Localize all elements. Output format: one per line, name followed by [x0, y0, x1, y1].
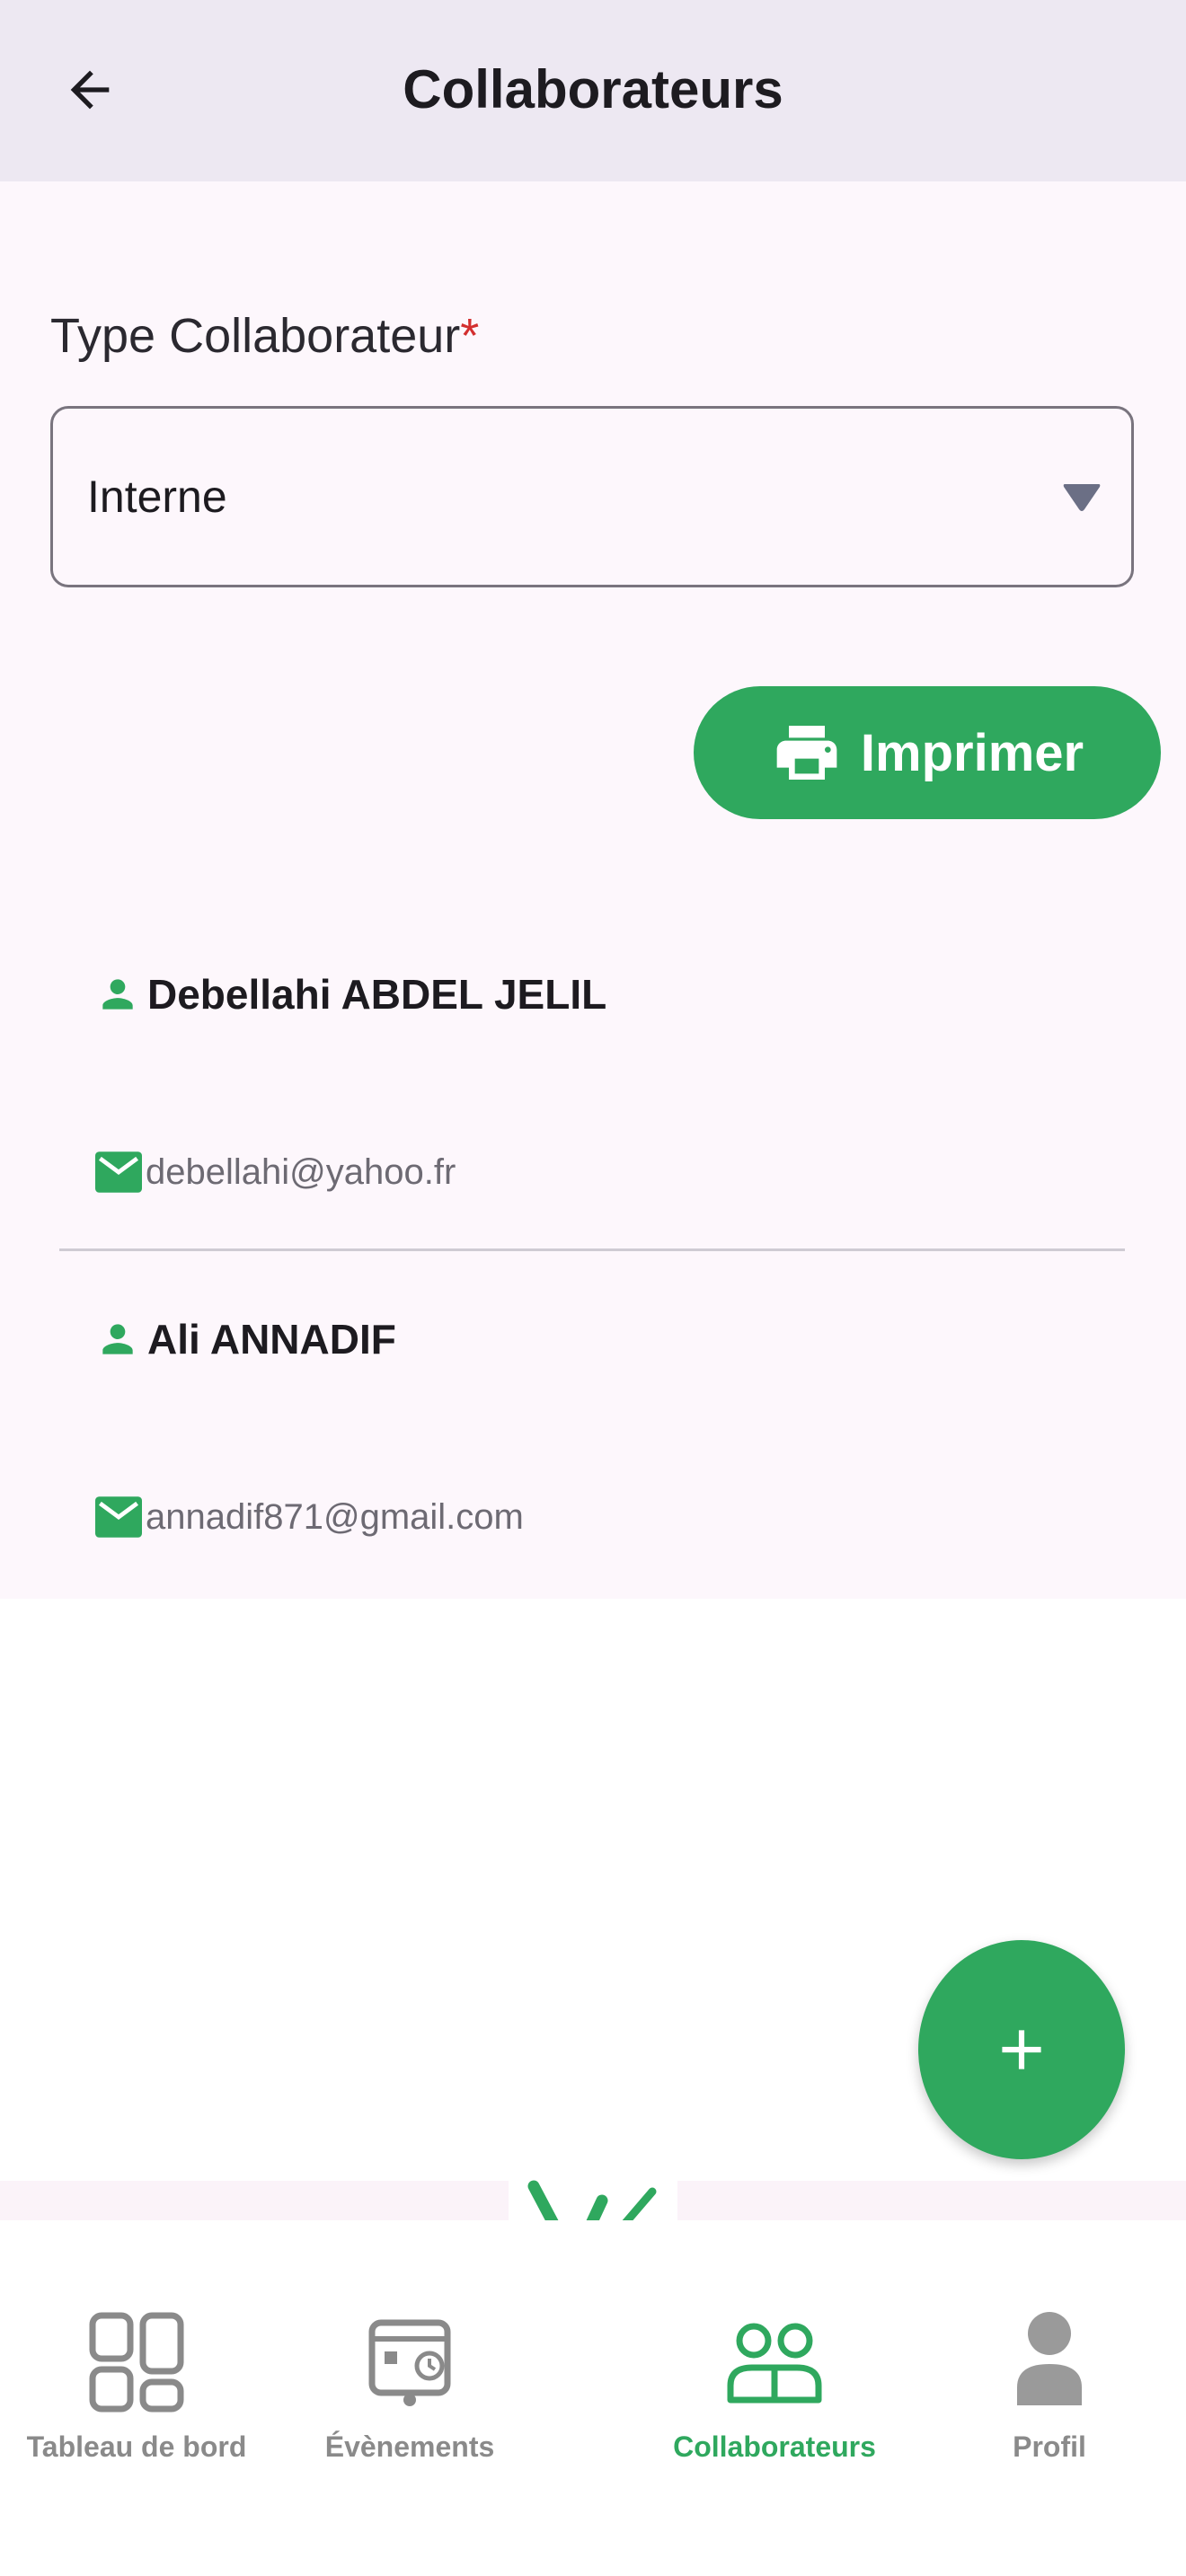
nav-item-evenements[interactable]: Évènements [275, 2310, 544, 2490]
type-collaborateur-label: Type Collaborateur* [50, 309, 480, 363]
select-value: Interne [87, 472, 227, 522]
list-item[interactable]: Ali ANNADIF annadif871@gmail.com [59, 1272, 1125, 1613]
nav-item-tableau-de-bord[interactable]: Tableau de bord [2, 2310, 271, 2490]
required-mark: * [460, 309, 480, 363]
nav-label: Tableau de bord [26, 2430, 247, 2463]
nav-item-collaborateurs[interactable]: Collaborateurs [640, 2310, 909, 2490]
app-bar: Collaborateurs [0, 0, 1186, 181]
bottom-navigation: Tableau de bord Évènements Collaborateur… [0, 2220, 1186, 2576]
nav-item-profil[interactable]: Profil [915, 2310, 1184, 2490]
profile-icon [1017, 2312, 1082, 2405]
collaborator-email: debellahi@yahoo.fr [146, 1151, 456, 1192]
print-button[interactable]: Imprimer [694, 686, 1161, 819]
plus-icon [1002, 2030, 1041, 2069]
list-item[interactable]: Debellahi ABDEL JELIL debellahi@yahoo.fr [59, 927, 1125, 1268]
collaborators-icon [727, 2323, 822, 2404]
nav-label: Collaborateurs [673, 2430, 876, 2463]
page-title: Collaborateurs [403, 59, 783, 119]
dropdown-arrow-icon [1063, 484, 1101, 511]
content-area: Type Collaborateur* Interne Imprimer Deb… [0, 181, 1186, 1599]
collaborator-name: Ali ANNADIF [147, 1316, 396, 1363]
type-collaborateur-select[interactable]: Interne [50, 406, 1134, 587]
email-icon [95, 1151, 142, 1193]
add-collaborator-button[interactable] [918, 1940, 1125, 2159]
print-button-label: Imprimer [860, 723, 1084, 782]
collaborator-name: Debellahi ABDEL JELIL [147, 971, 607, 1018]
person-icon [102, 979, 133, 1010]
nav-label: Profil [1013, 2430, 1086, 2463]
person-icon [102, 1324, 133, 1354]
dashboard-icon [89, 2312, 184, 2413]
nav-label: Évènements [324, 2430, 495, 2463]
collaborator-email: annadif871@gmail.com [146, 1496, 524, 1537]
email-icon [95, 1496, 142, 1538]
list-divider [59, 1248, 1125, 1251]
printer-icon [776, 726, 837, 780]
events-icon [368, 2319, 451, 2406]
